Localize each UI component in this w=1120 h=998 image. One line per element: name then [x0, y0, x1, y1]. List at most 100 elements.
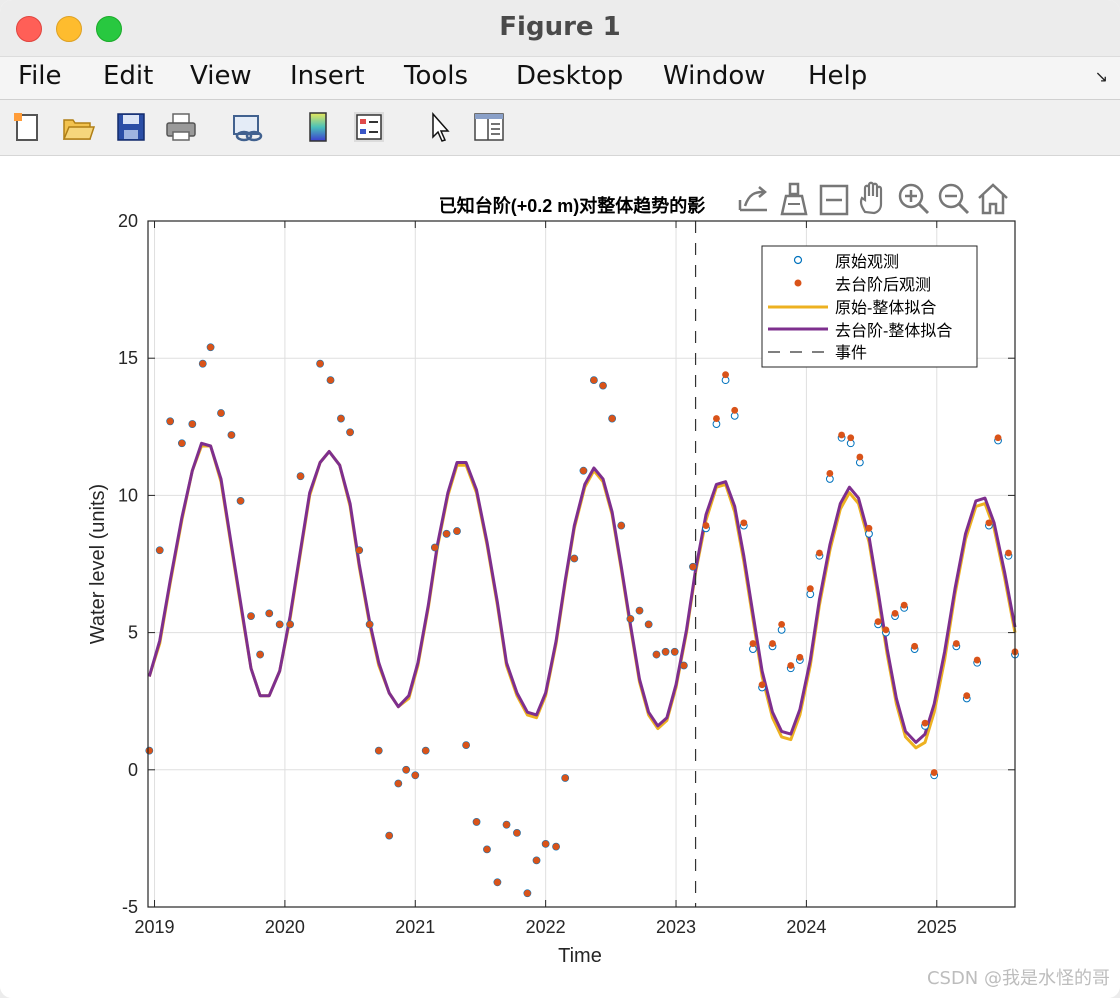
point-destepped — [265, 609, 273, 617]
menu-window[interactable]: Window — [663, 61, 766, 91]
point-destepped — [156, 546, 164, 554]
point-destepped — [188, 420, 196, 428]
point-destepped — [256, 651, 264, 658]
legend-label-4: 事件 — [835, 344, 867, 362]
point-destepped — [911, 642, 919, 650]
point-destepped — [645, 620, 653, 628]
point-destepped — [882, 626, 890, 634]
y-tick-label: 5 — [128, 623, 138, 643]
y-tick-label: 20 — [118, 211, 138, 231]
x-tick-label: 2024 — [786, 917, 826, 937]
menu-help[interactable]: Help — [808, 61, 867, 91]
point-destepped — [985, 519, 993, 527]
point-destepped — [1005, 549, 1012, 557]
toolbar — [0, 100, 1120, 156]
point-destepped — [503, 821, 510, 829]
point-destepped — [787, 662, 795, 669]
point-destepped — [713, 415, 720, 422]
point-destepped — [145, 747, 153, 754]
point-destepped — [749, 640, 757, 647]
x-axis-label: Time — [558, 945, 602, 967]
legend-marker-open-circle — [793, 255, 803, 265]
y-tick-label: 10 — [118, 485, 138, 505]
pointer-icon[interactable] — [423, 110, 457, 144]
point-destepped — [580, 467, 587, 475]
chart-svg[interactable]: 2019 2020 2021 2022 2023 2024 2025 -5 0 5 10 15 20 已… — [0, 156, 1120, 998]
legend-icon[interactable] — [352, 110, 386, 144]
new-figure-icon[interactable] — [10, 110, 44, 144]
y-axis-label: Water level (units) — [87, 484, 109, 644]
point-destepped — [740, 519, 748, 527]
point-destepped — [355, 546, 363, 554]
menu-file[interactable]: File — [18, 61, 62, 91]
point-destepped — [662, 648, 669, 656]
point-destepped — [375, 747, 383, 754]
point-destepped — [921, 719, 929, 727]
watermark: CSDN @我是水怪的哥 — [926, 968, 1110, 989]
menu-desktop[interactable]: Desktop — [516, 61, 623, 91]
point-destepped — [411, 771, 419, 779]
menu-view[interactable]: View — [190, 61, 252, 91]
chart-title: 已知台阶(+0.2 m)对整体趋势的影 — [439, 195, 706, 216]
point-destepped — [816, 549, 823, 557]
open-file-icon[interactable] — [61, 110, 96, 144]
menu-bar: File Edit View Insert Tools Desktop Wind… — [0, 57, 1120, 100]
point-destepped — [513, 829, 521, 837]
colorbar-icon[interactable] — [301, 110, 335, 144]
point-destepped — [385, 832, 393, 840]
point-destepped — [963, 692, 971, 700]
legend[interactable]: 原始观测 去台阶后观测 原始-整体拟合 去台阶-整体拟合 事件 — [761, 245, 978, 368]
point-destepped — [702, 522, 710, 529]
point-destepped — [228, 431, 235, 439]
point-destepped — [483, 845, 491, 853]
point-destepped — [297, 472, 304, 480]
point-destepped — [276, 620, 284, 628]
point-destepped — [337, 415, 345, 422]
point-destepped — [443, 530, 450, 538]
x-tick-label: 2021 — [395, 917, 435, 937]
save-icon[interactable] — [114, 110, 148, 144]
point-destepped — [237, 497, 244, 505]
point-destepped — [826, 470, 834, 477]
menu-insert[interactable]: Insert — [290, 61, 365, 91]
legend-label-0: 原始观测 — [835, 253, 899, 271]
legend-label-2: 原始-整体拟合 — [835, 299, 936, 317]
x-tick-label: 2022 — [526, 917, 566, 937]
point-destepped — [199, 360, 207, 368]
point-destepped — [453, 527, 461, 535]
x-tick-label: 2023 — [656, 917, 696, 937]
point-destepped — [166, 417, 174, 425]
point-destepped — [769, 640, 776, 647]
menu-edit[interactable]: Edit — [103, 61, 153, 91]
axes-toolbar — [733, 178, 1018, 220]
point-destepped — [394, 780, 402, 787]
point-destepped — [731, 406, 739, 414]
menu-overflow-icon[interactable]: ↘ — [1095, 67, 1108, 86]
point-destepped — [796, 653, 804, 661]
print-icon[interactable] — [164, 110, 198, 144]
point-destepped — [689, 563, 697, 571]
y-tick-label: -5 — [122, 897, 138, 917]
point-destepped — [542, 840, 550, 848]
figure-canvas: 2019 2020 2021 2022 2023 2024 2025 -5 0 5 10 15 20 已… — [0, 156, 1120, 998]
point-destepped — [207, 343, 214, 351]
point-destepped — [847, 434, 855, 442]
point-destepped — [900, 601, 908, 609]
link-icon[interactable] — [230, 110, 264, 144]
point-destepped — [286, 620, 294, 628]
point-destepped — [570, 555, 578, 562]
point-destepped — [178, 439, 186, 447]
point-destepped — [316, 360, 324, 368]
point-destepped — [874, 618, 882, 626]
point-destepped — [626, 615, 634, 623]
x-tick-label: 2025 — [917, 917, 957, 937]
point-destepped — [952, 640, 960, 647]
menu-tools[interactable]: Tools — [404, 61, 468, 91]
figure-window: Figure 1 File Edit View Insert Tools Des… — [0, 0, 1120, 998]
legend-marker-filled-dot — [794, 279, 802, 287]
point-destepped — [722, 371, 729, 379]
point-destepped — [402, 766, 410, 774]
point-destepped — [217, 409, 225, 417]
y-tick-label: 0 — [128, 760, 138, 780]
property-inspector-icon[interactable] — [472, 110, 506, 144]
